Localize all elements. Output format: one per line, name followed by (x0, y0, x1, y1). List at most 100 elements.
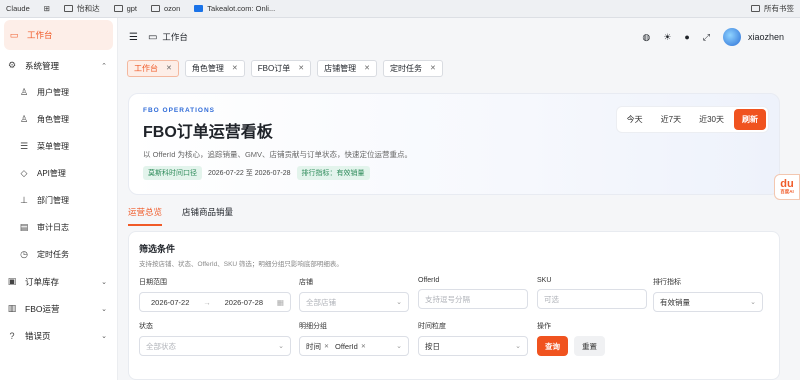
sidebar-item-menus[interactable]: ☰ 菜单管理 (0, 133, 117, 160)
theme-toggle-icon[interactable]: ☀ (663, 32, 671, 43)
granularity-select[interactable]: 按日 ⌄ (418, 336, 528, 356)
group-tag: OfferId ✕ (335, 342, 366, 351)
tab-fbo-orders[interactable]: FBO订单 ✕ (250, 59, 312, 77)
tab-workbench[interactable]: 工作台 ✕ (127, 59, 179, 77)
tab-overview[interactable]: 运营总览 (128, 206, 163, 226)
users-icon: ♙ (19, 114, 29, 124)
chart-icon: ▥ (7, 303, 17, 313)
sidebar-item-api[interactable]: ◇ API管理 (0, 160, 117, 187)
offer-input[interactable]: 支持逗号分隔 (418, 289, 528, 309)
hero-description: 以 OfferId 为核心，追踪销量、GMV、店铺贡献与订单状态，快速定位运营重… (143, 150, 413, 159)
store-placeholder: 全部店铺 (306, 297, 336, 307)
bookmark-claude[interactable]: Claude (6, 4, 30, 13)
monitor-icon: ▭ (147, 31, 158, 43)
calendar-icon: ▦ (276, 297, 284, 307)
sidebar-item-label: 菜单管理 (37, 142, 69, 151)
tab-roles[interactable]: 角色管理 ✕ (184, 59, 245, 77)
bookmark-label: gpt (126, 4, 138, 13)
close-icon[interactable]: ✕ (364, 64, 370, 72)
bookmark-folder-1[interactable]: 怡和达 (64, 3, 100, 14)
close-icon[interactable]: ✕ (298, 64, 304, 72)
sidebar-item-system[interactable]: ⚙ 系统管理 ⌃ (0, 52, 117, 79)
range-30d-button[interactable]: 近30天 (691, 110, 732, 129)
username[interactable]: xiaozhen (748, 32, 784, 42)
page-tabs: 运营总览 店铺商品销量 (128, 206, 233, 226)
monitor-icon: ▭ (9, 29, 19, 40)
chevron-down-icon: ⌄ (278, 343, 284, 350)
sidebar-item-label: 审计日志 (37, 223, 69, 232)
filter-hint: 支持按店铺、状态、OfferId、SKU 筛选；明细分组只影响底部明细表。 (139, 261, 343, 268)
arrow-right-icon: → (203, 297, 211, 307)
sidebar-item-label: 部门管理 (37, 196, 69, 205)
filter-panel: 筛选条件 支持按店铺、状态、OfferId、SKU 筛选；明细分组只影响底部明细… (128, 231, 780, 380)
tab-store-sales[interactable]: 店铺商品销量 (182, 206, 233, 226)
box-icon: ▣ (7, 276, 17, 286)
help-icon: ? (9, 330, 15, 341)
reset-button[interactable]: 重置 (574, 336, 605, 356)
grid-icon[interactable]: ⊞ (44, 4, 50, 13)
baidu-ai-widget[interactable]: du 百度AI (774, 174, 800, 200)
folder-icon (751, 5, 760, 12)
group-select[interactable]: 时间 ✕ OfferId ✕ ⌄ (299, 336, 409, 356)
close-icon[interactable]: ✕ (361, 343, 366, 350)
fullscreen-icon[interactable]: ⤢ (703, 32, 710, 43)
sidebar: ▭ 工作台 ⚙ 系统管理 ⌃ ♙ 用户管理 ♙ 角色管理 ☰ 菜单管理 ◇ API管理 ⊥ 部门… (0, 18, 118, 380)
folder-icon (64, 5, 74, 12)
date-range-picker[interactable]: 2026-07-22 → 2026-07-28 ▦ (139, 292, 291, 312)
group-tag-label: 时间 (306, 341, 321, 351)
rank-value: 有效销量 (660, 297, 690, 307)
takealot-icon (194, 5, 204, 12)
hero-chips: 莫斯科时间口径 2026-07-22 至 2026-07-28 排行指标：有效销… (143, 166, 765, 180)
range-7d-button[interactable]: 近7天 (653, 110, 689, 129)
sidebar-item-orders[interactable]: ▣ 订单库存 ⌄ (0, 268, 117, 295)
status-label: 状态 (139, 323, 153, 330)
close-icon[interactable]: ✕ (232, 64, 238, 72)
bookmark-label: Claude (6, 4, 30, 13)
status-placeholder: 全部状态 (146, 341, 176, 351)
avatar[interactable] (722, 28, 741, 46)
sidebar-item-jobs[interactable]: ◷ 定时任务 (0, 241, 117, 268)
bookmark-folder-2[interactable]: gpt (113, 4, 138, 13)
chevron-down-icon: ⌄ (101, 278, 107, 286)
sku-input[interactable]: 可选 (537, 289, 647, 309)
chevron-down-icon: ⌄ (396, 343, 402, 350)
sidebar-item-roles[interactable]: ♙ 角色管理 (0, 106, 117, 133)
sidebar-item-errors[interactable]: ? 错误页 ⌄ (0, 322, 117, 349)
collapse-menu-icon[interactable]: ☰ (129, 32, 138, 43)
tab-stores[interactable]: 店铺管理 ✕ (317, 59, 377, 77)
chevron-down-icon: ⌄ (515, 343, 521, 350)
query-button[interactable]: 查询 (537, 336, 568, 356)
sidebar-item-audit[interactable]: ▤ 审计日志 (0, 214, 117, 241)
rank-select[interactable]: 有效销量 ⌄ (653, 292, 763, 312)
sidebar-item-label: 系统管理 (25, 60, 60, 71)
menu-icon: ☰ (19, 141, 29, 151)
globe-icon[interactable]: ◍ (642, 32, 650, 43)
sku-label: SKU (537, 277, 552, 284)
tab-jobs[interactable]: 定时任务 ✕ (382, 59, 443, 77)
github-icon[interactable]: ● (684, 32, 689, 42)
group-label: 明细分组 (299, 323, 327, 330)
status-select[interactable]: 全部状态 ⌄ (139, 336, 291, 356)
close-icon[interactable]: ✕ (324, 343, 329, 350)
group-tag-label: OfferId (335, 341, 358, 351)
sidebar-item-users[interactable]: ♙ 用户管理 (0, 79, 117, 106)
sidebar-item-departments[interactable]: ⊥ 部门管理 (0, 187, 117, 214)
store-select[interactable]: 全部店铺 ⌄ (299, 292, 409, 312)
bookmark-takealot[interactable]: Takealot.com: Onli... (194, 4, 275, 13)
close-icon[interactable]: ✕ (166, 64, 172, 72)
close-icon[interactable]: ✕ (430, 64, 436, 72)
filter-row-1: 日期范围 2026-07-22 → 2026-07-28 ▦ 店铺 全部店铺 ⌄ … (139, 277, 769, 312)
all-bookmarks[interactable]: 所有书签 (751, 3, 794, 14)
gear-icon: ⚙ (7, 60, 17, 70)
granularity-label: 时间粒度 (418, 323, 446, 330)
bookmark-folder-3[interactable]: ozon (151, 4, 180, 13)
refresh-button[interactable]: 刷新 (734, 109, 766, 130)
range-today-button[interactable]: 今天 (619, 110, 651, 129)
sidebar-item-workbench[interactable]: ▭ 工作台 (4, 20, 113, 50)
chevron-down-icon: ⌄ (101, 305, 107, 313)
metric-badge: 排行指标：有效销量 (296, 166, 370, 180)
main-area: ☰ ▭ 工作台 ◍ ☀ ● ⤢ xiaozhen 工作台 ✕ 角色管理 ✕ FBO订… (119, 18, 800, 380)
store-label: 店铺 (299, 279, 313, 286)
top-bar: ☰ ▭ 工作台 ◍ ☀ ● ⤢ xiaozhen (119, 18, 800, 56)
sidebar-item-fbo[interactable]: ▥ FBO运营 ⌄ (0, 295, 117, 322)
